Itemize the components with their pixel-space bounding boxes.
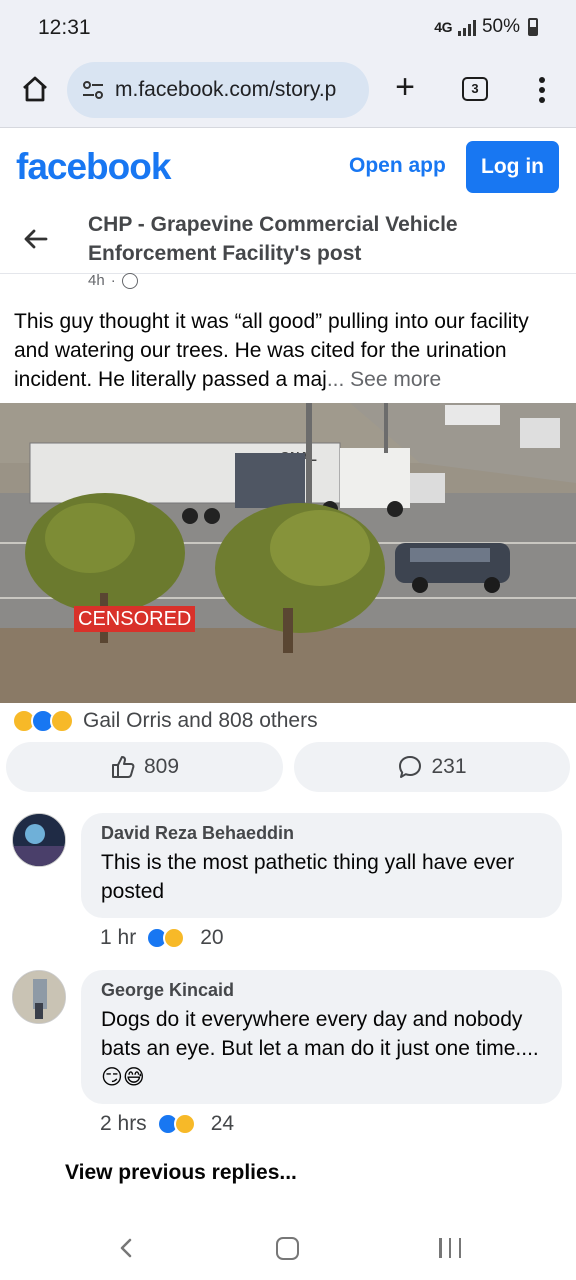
tab-switcher-button[interactable]: 3	[462, 77, 488, 101]
haha-reaction-icon	[163, 927, 186, 949]
site-settings-icon[interactable]	[81, 78, 105, 102]
comment-button[interactable]: 231	[294, 742, 570, 792]
reactions-summary[interactable]: Gail Orris and 808 others	[12, 706, 318, 736]
wow-reaction-icon	[50, 709, 74, 733]
nav-recent-apps-icon[interactable]	[439, 1238, 461, 1258]
comment-bubble: George Kincaid Dogs do it everywhere eve…	[81, 970, 562, 1104]
haha-reaction-icon	[173, 1113, 196, 1135]
facebook-header: facebook Open app Log in	[0, 128, 576, 206]
facebook-logo[interactable]: facebook	[16, 146, 171, 188]
comment-author[interactable]: David Reza Behaeddin	[101, 823, 542, 844]
url-text: m.facebook.com/story.p	[115, 78, 337, 101]
meta-dot: ·	[110, 272, 116, 289]
scene-illustration: ONAL	[0, 403, 576, 703]
browser-menu-icon[interactable]	[532, 75, 552, 105]
comment-time: 2 hrs	[100, 1112, 147, 1135]
comment-icon	[399, 756, 422, 778]
avatar[interactable]	[12, 970, 66, 1024]
comment-meta: 2 hrs 24	[100, 1112, 234, 1136]
thumbs-up-icon	[111, 756, 135, 778]
status-bar: 12:31 4G 50%	[0, 0, 576, 58]
censored-overlay: CENSORED	[74, 606, 196, 632]
comment-count: 231	[431, 755, 467, 778]
status-time: 12:31	[38, 16, 91, 39]
comment-reaction-count[interactable]: 20	[200, 926, 223, 950]
battery-icon	[528, 18, 538, 36]
comment-time: 1 hr	[100, 926, 137, 949]
view-previous-replies-link[interactable]: View previous replies...	[65, 1161, 297, 1185]
browser-toolbar: m.facebook.com/story.p + 3	[0, 58, 576, 128]
network-indicator: 4G	[434, 19, 452, 35]
comment-text: Dogs do it everywhere every day and nobo…	[101, 1008, 539, 1089]
globe-icon	[121, 272, 138, 289]
new-tab-icon[interactable]: +	[390, 70, 420, 105]
open-app-link[interactable]: Open app	[349, 154, 446, 178]
reactions-text: Gail Orris and 808 others	[83, 709, 318, 732]
comment-reaction-count[interactable]: 24	[211, 1112, 234, 1136]
status-indicators: 4G 50%	[434, 16, 538, 38]
battery-percent: 50%	[481, 16, 520, 37]
comment-text: This is the most pathetic thing yall hav…	[101, 851, 515, 903]
login-button[interactable]: Log in	[466, 141, 559, 193]
back-arrow-icon[interactable]	[22, 226, 48, 252]
post-meta: 4h ·	[88, 272, 138, 289]
like-button[interactable]: 809	[6, 742, 283, 792]
address-bar[interactable]: m.facebook.com/story.p	[67, 62, 369, 118]
home-icon[interactable]	[20, 74, 50, 104]
post-title-row: CHP - Grapevine Commercial Vehicle Enfor…	[0, 206, 576, 274]
post-title: CHP - Grapevine Commercial Vehicle Enfor…	[88, 213, 458, 265]
system-nav-bar	[0, 1210, 576, 1280]
comment-author[interactable]: George Kincaid	[101, 980, 542, 1001]
avatar[interactable]	[12, 813, 66, 867]
comment-meta: 1 hr 20	[100, 926, 224, 950]
post-time: 4h	[88, 272, 105, 289]
signal-icon	[457, 18, 476, 36]
post-text: This guy thought it was “all good” pulli…	[14, 310, 529, 391]
like-count: 809	[143, 755, 180, 778]
nav-home-icon[interactable]	[276, 1237, 299, 1260]
see-more-link[interactable]: ... See more	[327, 368, 441, 391]
post-body: This guy thought it was “all good” pulli…	[14, 307, 566, 394]
comment-bubble: David Reza Behaeddin This is the most pa…	[81, 813, 562, 918]
nav-back-icon[interactable]	[118, 1238, 134, 1258]
post-image[interactable]: ONAL CENSORED	[0, 403, 576, 703]
